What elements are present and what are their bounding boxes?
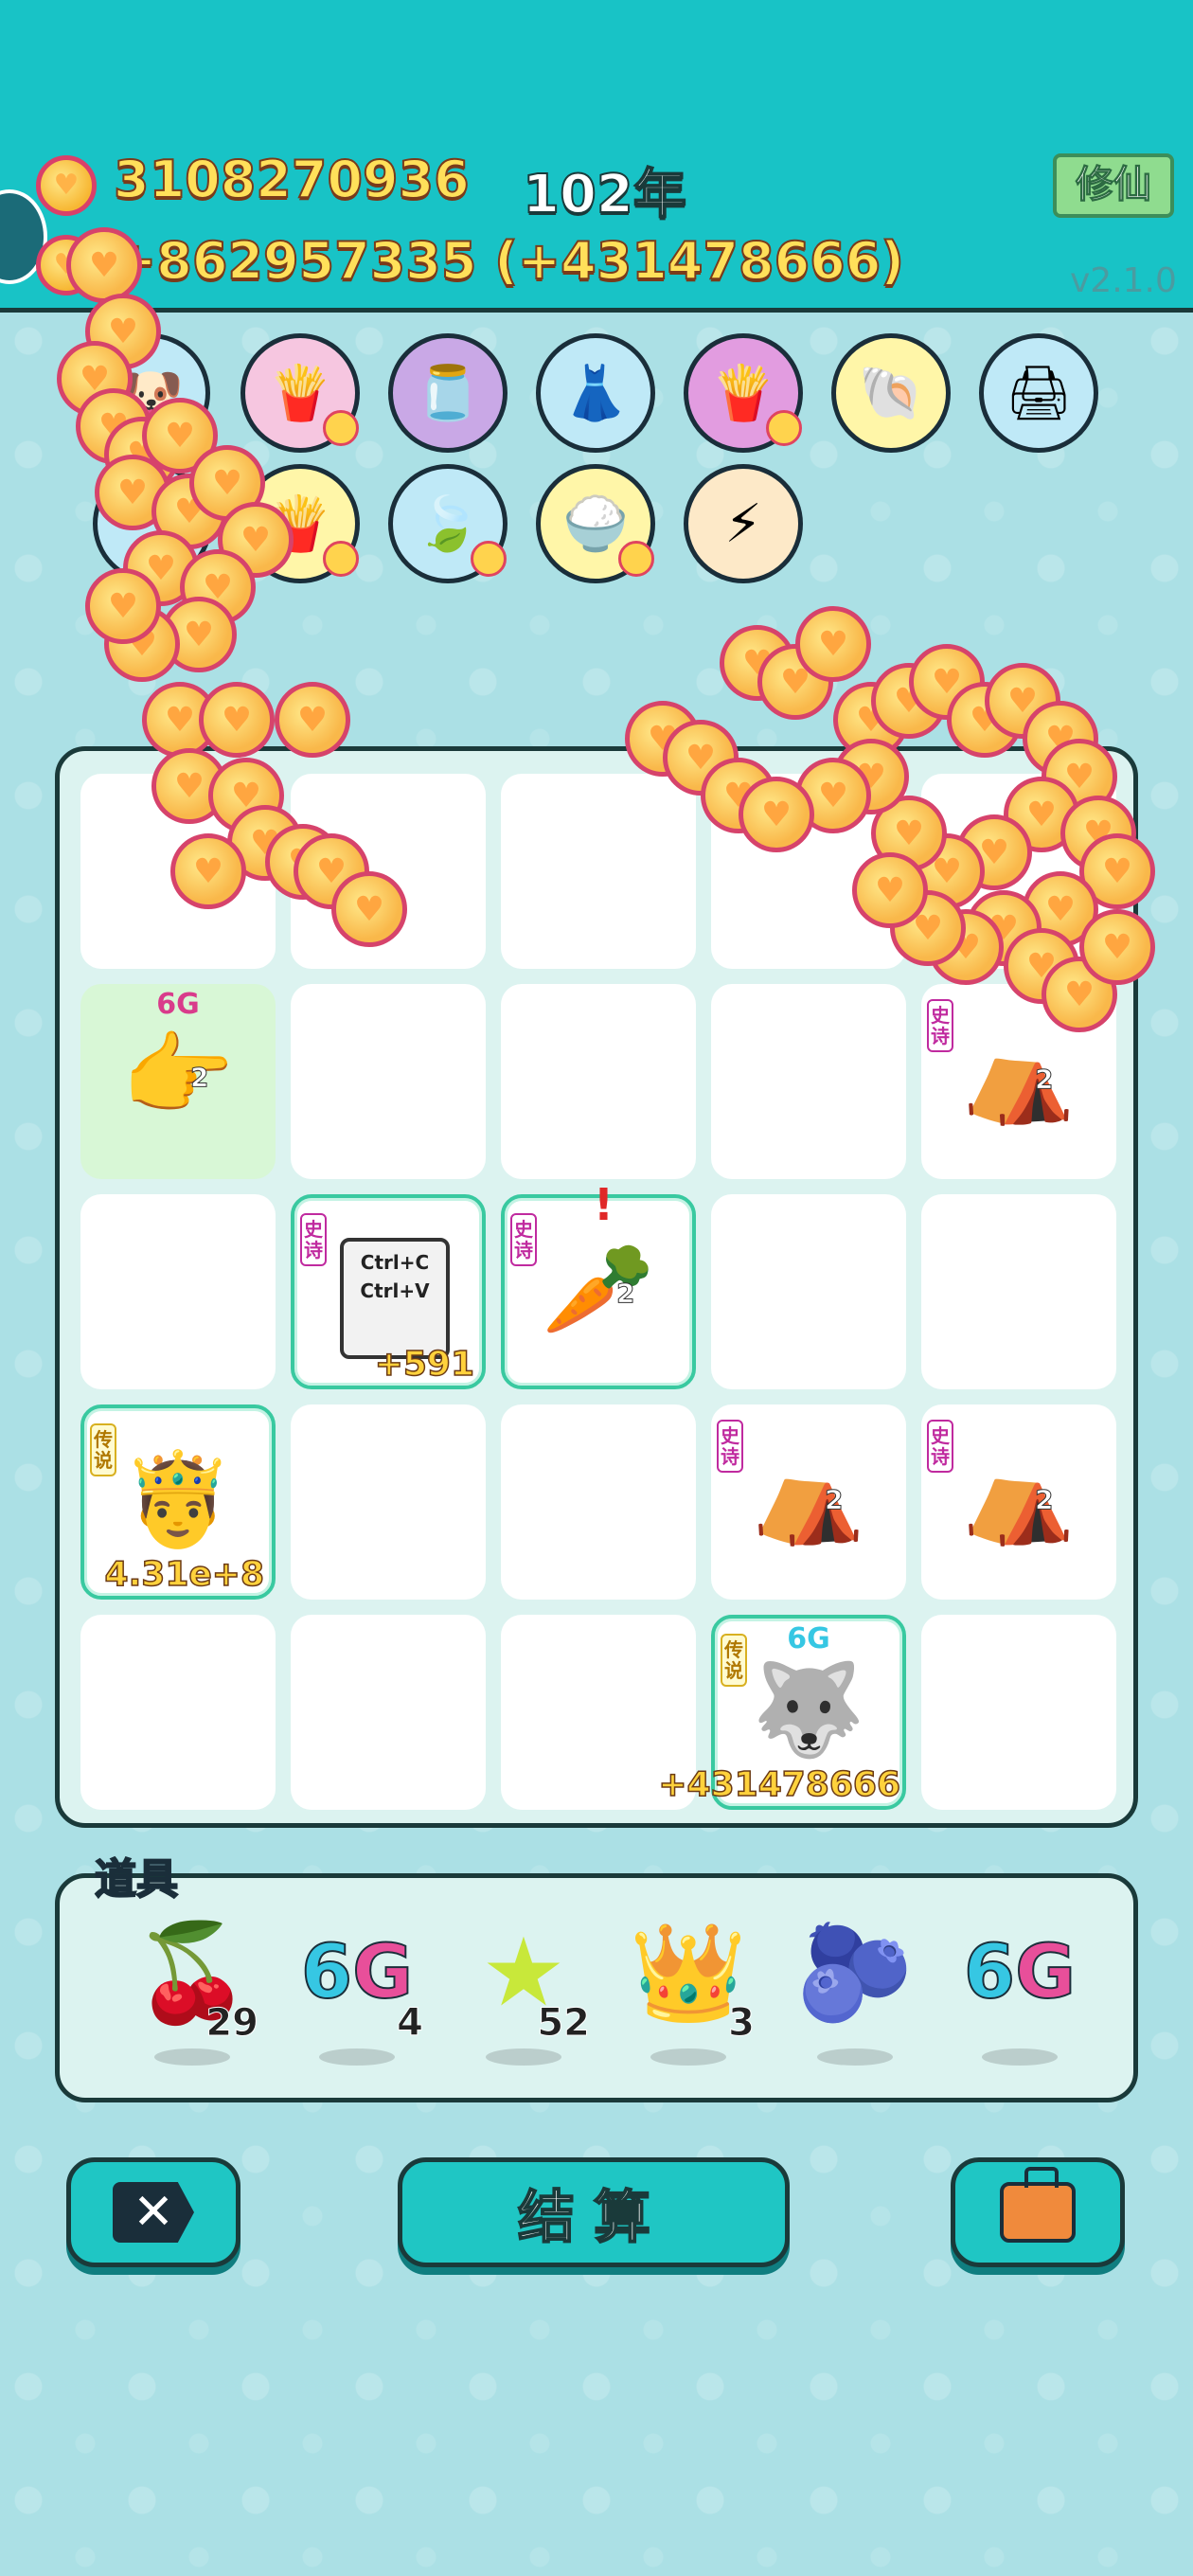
board-cell-tent[interactable]: 史诗 ⛺ 2 [921, 1404, 1116, 1600]
jar-icon[interactable]: 🫙 [388, 333, 507, 453]
shell-icon[interactable]: 🐚 [831, 333, 951, 453]
flying-coin-icon: ♥ [852, 852, 928, 928]
flying-coin-icon: ♥ [170, 833, 246, 909]
skirt-icon[interactable]: 👗 [536, 333, 655, 453]
cell-value: 4.31e+8 [104, 1554, 265, 1595]
coin-icon [36, 155, 97, 216]
close-icon: ✕ [113, 2182, 194, 2243]
mini-count: 2 [189, 1062, 209, 1094]
briefcase-icon [1000, 2167, 1076, 2243]
leaf-icon[interactable]: 🍃 [388, 464, 507, 583]
tool-crown[interactable]: 👑 3 [622, 1916, 756, 2066]
tool-blueberry[interactable]: 🫐 [789, 1916, 921, 2066]
year-counter: 102年 [522, 163, 687, 226]
board-cell-6g[interactable]: 6G 👉 2 [80, 984, 276, 1179]
mini-count: 2 [1034, 1064, 1054, 1096]
tent-icon: ⛺ [962, 1442, 1076, 1548]
board-cell[interactable] [291, 984, 486, 1179]
tools-panel: 🍒 29 6G 4 ★ 52 👑 3 🫐 6G [55, 1873, 1138, 2102]
board-cell[interactable] [291, 1615, 486, 1810]
board-cell-husky[interactable]: 传说 6G 🐺 +431478666 [658, 1615, 906, 1810]
board-cell[interactable] [711, 984, 906, 1179]
flying-coin-icon: ♥ [275, 682, 350, 758]
copy-paste-card: Ctrl+C Ctrl+V [340, 1238, 450, 1359]
flying-coin-icon: ♥ [66, 227, 142, 303]
blueberry-icon: 🫐 [795, 1917, 915, 2028]
flying-coin-icon: ♥ [795, 606, 871, 682]
board-cell[interactable] [711, 1194, 906, 1389]
tool-star[interactable]: ★ 52 [457, 1916, 591, 2066]
board-cell[interactable] [80, 1194, 276, 1389]
fries-icon[interactable]: 🍟 [240, 333, 360, 453]
version-label: v2.1.0 [1070, 261, 1177, 300]
cell-value: +431478666 [658, 1764, 901, 1805]
board-cell[interactable] [501, 1404, 696, 1600]
board-cell[interactable] [501, 984, 696, 1179]
tool-count: 52 [537, 2001, 591, 2046]
close-button[interactable]: ✕ [66, 2157, 240, 2267]
carrot-icon: 🥕 [542, 1236, 655, 1342]
board-cell[interactable] [80, 1615, 276, 1810]
board-cell-carrot[interactable]: 史诗 ! 🥕 2 [501, 1179, 696, 1389]
flying-coin-icon: ♥ [85, 568, 161, 644]
settle-label: 结算 [517, 2184, 669, 2252]
card-line-2: Ctrl+V [360, 1279, 430, 1302]
board-cell[interactable] [921, 1194, 1116, 1389]
flying-coin-icon: ♥ [199, 682, 275, 758]
bag-button[interactable] [951, 2157, 1125, 2267]
flying-coin-icon: ♥ [1079, 909, 1155, 985]
printer-icon[interactable]: 🖨 [979, 333, 1098, 453]
tools-title: 道具 [94, 1854, 179, 1905]
tool-lychee[interactable]: 🍒 29 [126, 1916, 259, 2066]
board-cell[interactable] [501, 774, 696, 969]
husky-king-icon: 🐺 [752, 1656, 865, 1762]
tent-icon: ⛺ [962, 1022, 1076, 1128]
coins-rate: +862957335 (+431478666) [113, 230, 905, 292]
hand-icon: 👉 [121, 1022, 235, 1128]
header: 3108270936 +862957335 (+431478666) 102年 … [0, 0, 1193, 313]
card-line-1: Ctrl+C [360, 1251, 430, 1274]
lightning-icon[interactable]: ⚡ [684, 464, 803, 583]
epic-tag: 史诗 [300, 1213, 327, 1266]
tool-count: 4 [397, 2001, 424, 2046]
tool-count: 3 [728, 2001, 756, 2046]
coins-total: 3108270936 [113, 149, 471, 210]
board-cell-copy-paste[interactable]: 史诗 Ctrl+C Ctrl+V +591 [291, 1194, 486, 1389]
mini-count: 2 [1034, 1484, 1054, 1516]
settle-button[interactable]: 结算 [398, 2157, 790, 2267]
board-cell-king[interactable]: 传说 🤴 4.31e+8 [80, 1404, 276, 1600]
flying-coin-icon: ♥ [739, 777, 814, 852]
flying-coin-icon: ♥ [331, 871, 407, 947]
tool-6g[interactable]: 6G 4 [291, 1916, 424, 2066]
king-face-icon: 🤴 [121, 1446, 235, 1552]
alert-icon: ! [594, 1179, 614, 1230]
tent-icon: ⛺ [752, 1442, 865, 1548]
cell-value: +591 [374, 1344, 475, 1385]
tool-count: 29 [205, 2001, 259, 2046]
rice-bowl-icon[interactable]: 🍚 [536, 464, 655, 583]
board-cell[interactable] [921, 1615, 1116, 1810]
tool-6g[interactable]: 6G [953, 1916, 1086, 2066]
cell-top-label: 6G [787, 1622, 830, 1655]
mini-count: 2 [824, 1484, 844, 1516]
mini-count: 2 [615, 1278, 635, 1310]
board-cell-tent[interactable]: 史诗 ⛺ 2 [711, 1404, 906, 1600]
cell-top-label: 6G [156, 988, 200, 1021]
board-cell[interactable] [291, 1404, 486, 1600]
xiuxian-button[interactable]: 修仙 [1053, 153, 1174, 218]
6g-icon: 6G [963, 1929, 1077, 2016]
fries-icon[interactable]: 🍟 [684, 333, 803, 453]
